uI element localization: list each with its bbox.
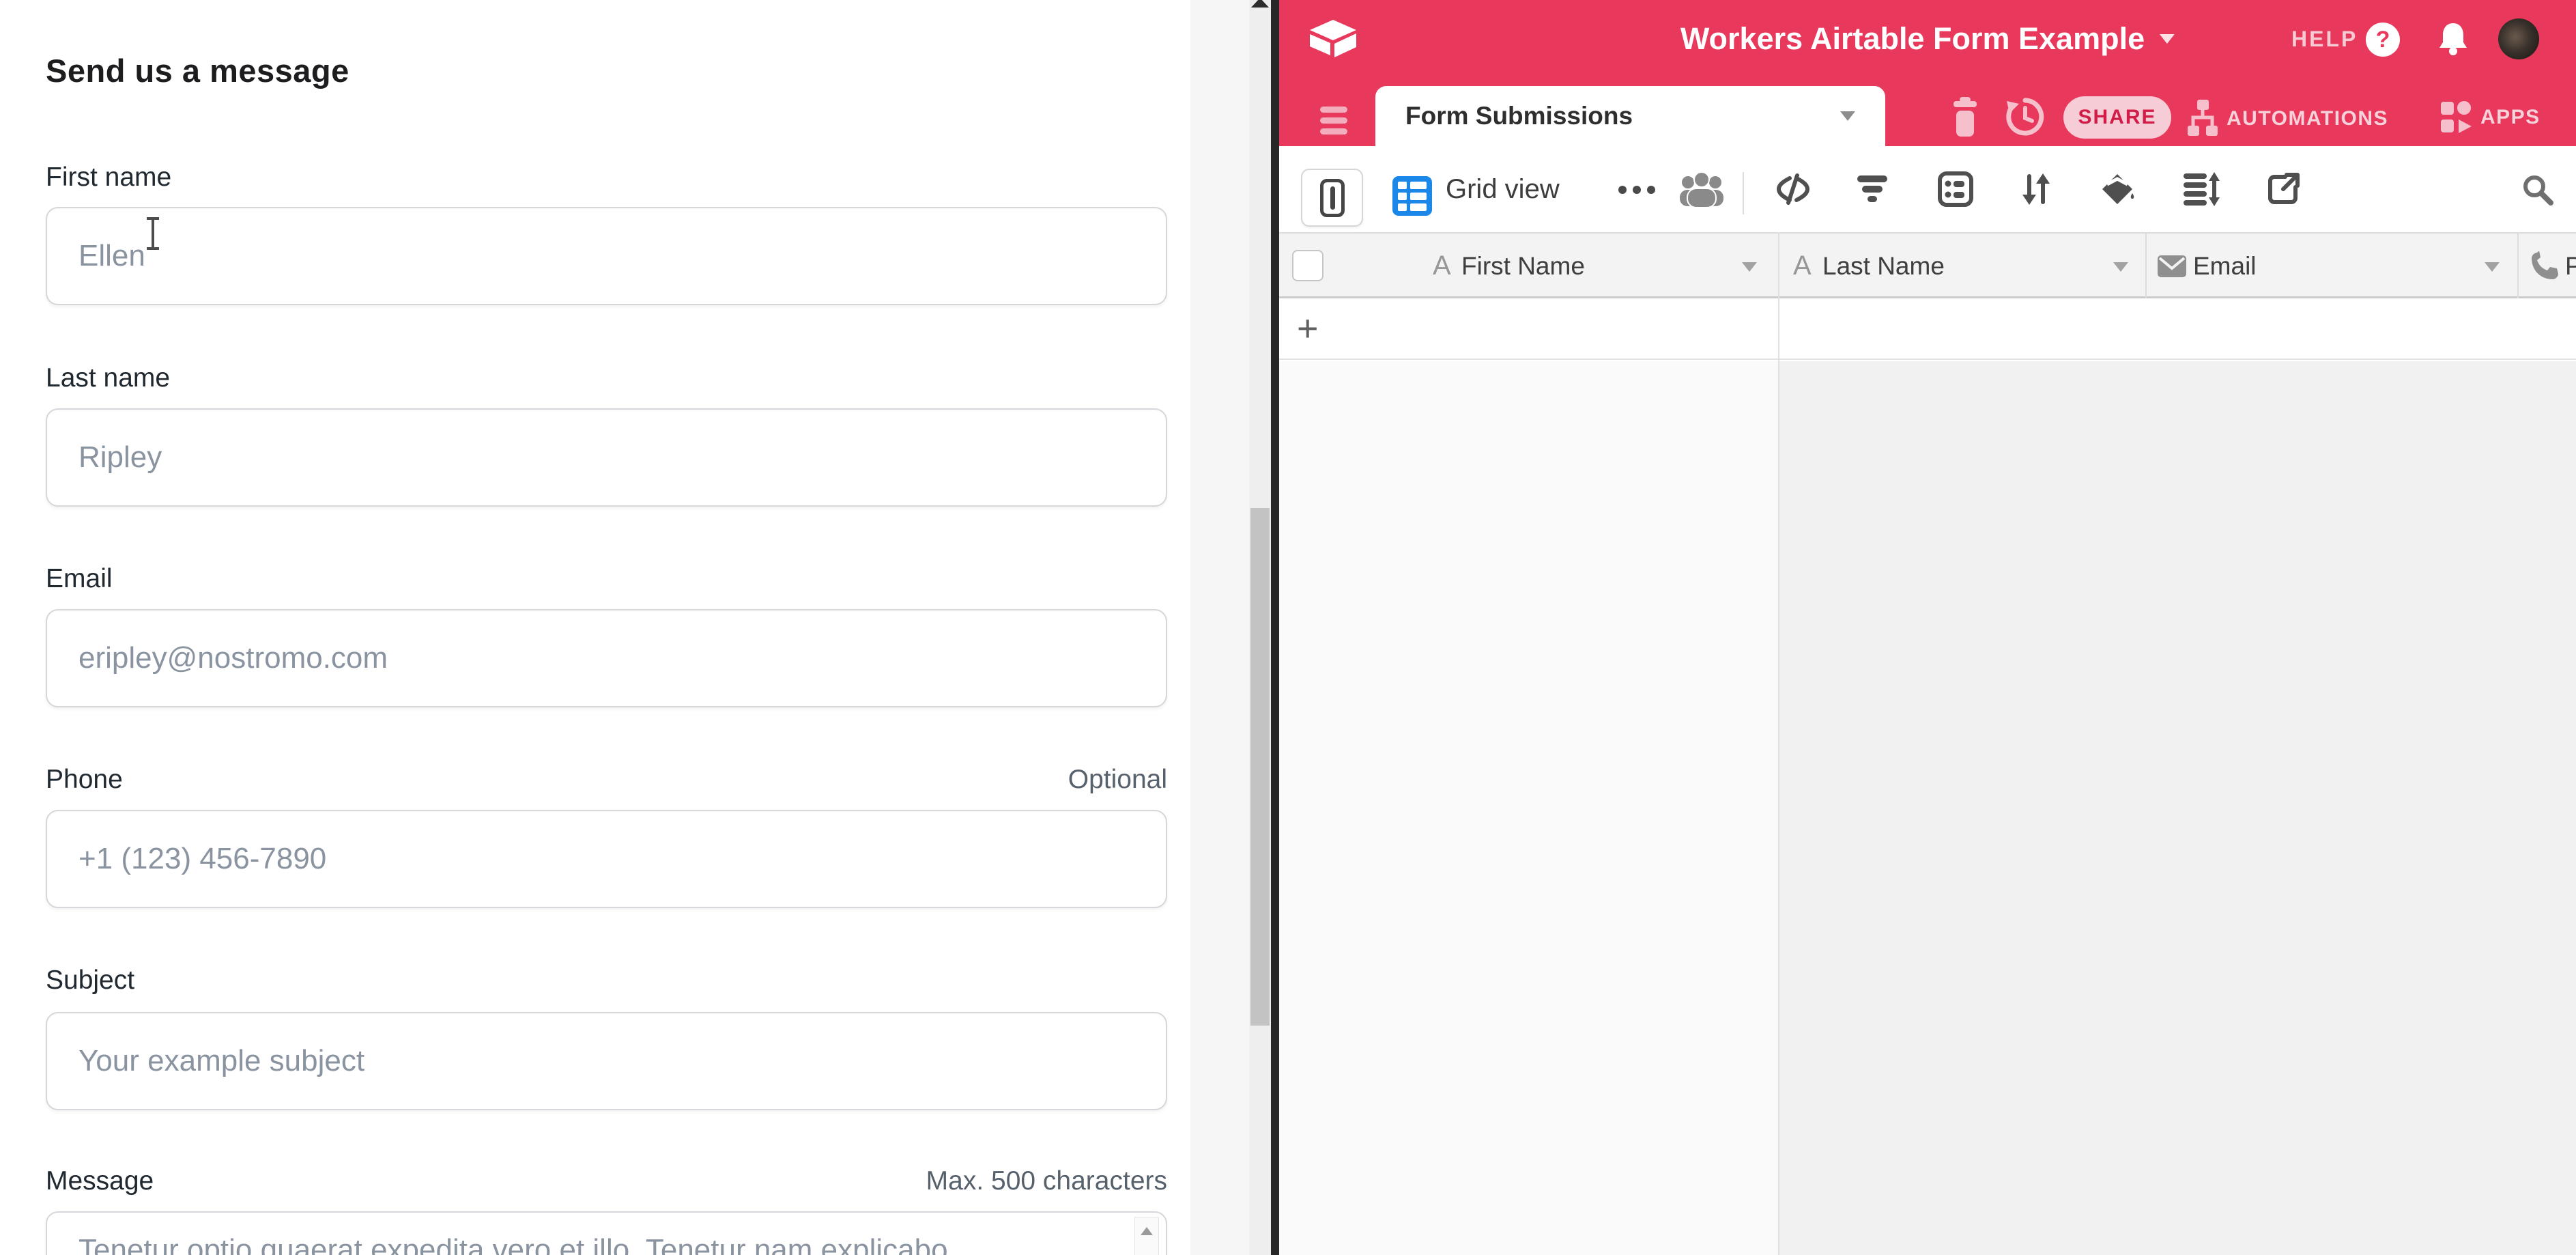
notifications-bell-icon[interactable] <box>2438 22 2468 59</box>
automations-icon <box>2187 100 2218 138</box>
subject-input[interactable] <box>46 1012 1167 1110</box>
column-header-phone[interactable]: Phone <box>2565 234 2576 298</box>
page-gutter <box>1190 0 1249 1255</box>
share-button[interactable]: SHARE <box>2063 96 2171 139</box>
message-textarea[interactable]: Tenetur optio quaerat expedita vero et i… <box>46 1211 1167 1255</box>
email-field-type-icon <box>2158 255 2186 281</box>
filter-icon[interactable] <box>1852 146 1892 232</box>
column-header-email[interactable]: Email <box>2193 234 2257 298</box>
help-button[interactable]: HELP <box>2291 0 2358 78</box>
apps-button[interactable]: APPS <box>2439 100 2541 135</box>
base-title-menu[interactable]: Workers Airtable Form Example <box>1680 0 2175 78</box>
phone-field[interactable] <box>46 810 1167 908</box>
view-sidebar-toggle-button[interactable] <box>1301 169 1363 227</box>
column-separator[interactable] <box>1778 232 1779 1255</box>
phone-label: Phone <box>46 765 123 795</box>
grid-view-icon <box>1392 176 1432 219</box>
phone-optional-note: Optional <box>1068 765 1167 795</box>
user-avatar[interactable] <box>2498 18 2539 59</box>
column-menu-caret-icon[interactable] <box>1742 262 1757 272</box>
text-field-type-icon: A <box>1433 234 1451 298</box>
automations-button[interactable]: AUTOMATIONS <box>2187 100 2388 138</box>
toolbar-divider <box>1743 172 1744 214</box>
view-name-button[interactable]: Grid view <box>1446 146 1560 232</box>
color-fill-icon[interactable] <box>2098 146 2137 232</box>
column-header-first-name[interactable]: First Name <box>1461 234 1585 298</box>
base-title: Workers Airtable Form Example <box>1680 21 2145 57</box>
sidebar-panel-icon <box>1320 179 1345 217</box>
column-separator[interactable] <box>2145 234 2147 298</box>
message-label: Message <box>46 1166 154 1196</box>
message-maxchars-note: Max. 500 characters <box>926 1166 1167 1196</box>
tab-form-submissions[interactable]: Form Submissions <box>1375 86 1885 146</box>
column-menu-caret-icon[interactable] <box>2485 262 2500 272</box>
email-label: Email <box>46 564 113 594</box>
last-name-label: Last name <box>46 363 170 393</box>
scrollbar-up-arrow-icon[interactable] <box>1251 0 1269 8</box>
sidebar-menu-icon[interactable] <box>1320 107 1347 139</box>
column-header-last-name[interactable]: Last Name <box>1822 234 1945 298</box>
automations-label: AUTOMATIONS <box>2227 107 2388 130</box>
group-icon[interactable] <box>1936 146 1975 232</box>
column-menu-caret-icon[interactable] <box>2113 262 2128 272</box>
text-field-type-icon: A <box>1793 234 1812 298</box>
contact-form-window: Send us a message First name Last name E… <box>0 0 1271 1255</box>
phone-field-type-icon <box>2530 251 2560 285</box>
message-scrollbar[interactable] <box>1134 1217 1159 1255</box>
view-options-ellipsis-icon[interactable] <box>1618 186 1655 194</box>
airtable-logo-icon[interactable] <box>1308 19 1358 62</box>
sort-icon[interactable] <box>2016 146 2056 232</box>
tab-chevron-down-icon <box>1840 111 1855 121</box>
row-height-icon[interactable] <box>2181 146 2221 232</box>
form-scrollbar-track[interactable] <box>1249 0 1271 1255</box>
first-name-label: First name <box>46 163 171 193</box>
form-scrollbar-thumb[interactable] <box>1250 508 1270 1026</box>
apps-label: APPS <box>2480 106 2541 129</box>
view-toolbar: Grid view <box>1279 146 2576 232</box>
window-divider <box>1271 0 1279 1255</box>
subject-label: Subject <box>46 965 134 996</box>
chevron-down-icon <box>2160 34 2175 44</box>
form-title: Send us a message <box>46 52 349 89</box>
email-field[interactable] <box>46 609 1167 707</box>
add-row-plus-icon[interactable]: + <box>1297 298 1319 358</box>
column-separator[interactable] <box>2517 234 2519 298</box>
trash-icon[interactable] <box>1951 96 1979 141</box>
search-icon[interactable] <box>2517 146 2557 232</box>
grid-empty-area-right <box>1778 361 2576 1255</box>
first-name-input[interactable] <box>46 207 1167 305</box>
scroll-up-arrow-icon[interactable] <box>1141 1227 1153 1235</box>
grid-header-row: A First Name A Last Name Email Phone <box>1279 232 2576 298</box>
airtable-window: Workers Airtable Form Example HELP ? For… <box>1279 0 2576 1255</box>
grid-empty-area-left <box>1279 361 1778 1255</box>
table-tab-label: Form Submissions <box>1405 102 1840 130</box>
history-icon[interactable] <box>2005 97 2045 140</box>
add-row[interactable]: + <box>1279 298 2576 360</box>
select-all-checkbox[interactable] <box>1292 250 1323 281</box>
help-question-icon[interactable]: ? <box>2366 23 2400 57</box>
collaborators-icon[interactable] <box>1679 172 1724 211</box>
hide-fields-icon[interactable] <box>1773 146 1813 232</box>
apps-icon <box>2439 100 2472 135</box>
last-name-input[interactable] <box>46 408 1167 507</box>
share-view-icon[interactable] <box>2263 146 2303 232</box>
